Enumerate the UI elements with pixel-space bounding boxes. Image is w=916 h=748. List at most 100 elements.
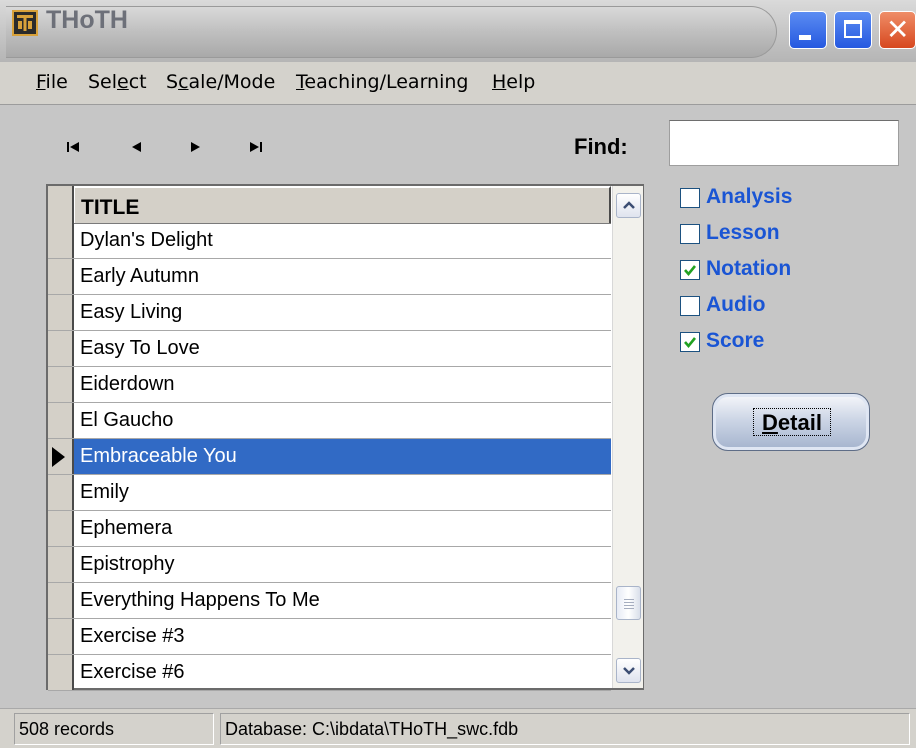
row-indicator[interactable] — [48, 511, 74, 546]
checkbox-label: Notation — [706, 257, 792, 280]
menu-select-label-a: Sel — [88, 71, 118, 93]
app-logo-icon[interactable] — [12, 10, 38, 36]
title-cell[interactable]: Dylan's Delight — [74, 223, 611, 258]
checkmark-icon — [684, 337, 697, 349]
title-cell[interactable]: Everything Happens To Me — [74, 583, 611, 618]
title-cell[interactable]: Emily — [74, 475, 611, 510]
row-indicator[interactable] — [48, 367, 74, 402]
table-row[interactable]: Dylan's Delight — [48, 223, 611, 259]
row-indicator[interactable] — [48, 475, 74, 510]
table-row[interactable]: El Gaucho — [48, 403, 611, 439]
title-cell[interactable]: Exercise #3 — [74, 619, 611, 654]
table-row[interactable]: Epistrophy — [48, 547, 611, 583]
title-cell[interactable]: Early Autumn — [74, 259, 611, 294]
prior-record-button[interactable] — [129, 140, 153, 160]
table-row[interactable]: Embraceable You — [48, 439, 611, 475]
table-row[interactable]: Everything Happens To Me — [48, 583, 611, 619]
detail-button[interactable]: Detail — [712, 393, 870, 451]
scroll-down-button[interactable] — [616, 658, 641, 683]
table-row[interactable]: Ephemera — [48, 511, 611, 547]
menu-help[interactable]: Help — [492, 71, 535, 93]
menu-scale-accel: c — [178, 71, 189, 93]
title-cell[interactable]: Eiderdown — [74, 367, 611, 402]
table-row[interactable]: Emily — [48, 475, 611, 511]
table-row[interactable]: Exercise #3 — [48, 619, 611, 655]
title-cell[interactable]: Easy To Love — [74, 331, 611, 366]
first-record-icon — [67, 142, 79, 152]
row-indicator[interactable] — [48, 259, 74, 294]
checkbox-box[interactable] — [680, 296, 700, 316]
checkbox-score[interactable]: Score — [680, 329, 830, 354]
next-record-button[interactable] — [188, 140, 212, 160]
last-record-button[interactable] — [248, 140, 272, 160]
row-indicator[interactable] — [48, 295, 74, 330]
status-bar: 508 records Database: C:\ibdata\THoTH_sw… — [0, 708, 916, 748]
table-row[interactable]: Early Autumn — [48, 259, 611, 295]
checkbox-box[interactable] — [680, 188, 700, 208]
chevron-up-icon — [623, 201, 635, 209]
last-record-icon — [250, 142, 262, 152]
checkbox-notation[interactable]: Notation — [680, 257, 830, 282]
checkbox-analysis[interactable]: Analysis — [680, 185, 830, 210]
checkbox-label: Audio — [706, 293, 766, 316]
minimize-button[interactable] — [789, 11, 827, 49]
row-indicator[interactable] — [48, 547, 74, 582]
title-bar[interactable]: THoTH ✕ — [0, 0, 916, 62]
detail-accel: D — [762, 410, 778, 435]
scroll-grip-line — [624, 599, 634, 600]
menu-file[interactable]: File — [36, 71, 68, 93]
title-cell[interactable]: Embraceable You — [74, 439, 611, 474]
titles-grid[interactable]: TITLE Dylan's Delight Early Autumn Easy Li… — [46, 184, 644, 691]
menu-scale-label-b: ale/Mode — [188, 71, 276, 93]
menu-scale-mode[interactable]: Scale/Mode — [166, 71, 275, 93]
row-indicator[interactable] — [48, 403, 74, 438]
table-row[interactable]: Exercise #6 — [48, 655, 611, 691]
table-row[interactable]: Easy To Love — [48, 331, 611, 367]
menu-teaching-label: eaching/Learning — [304, 71, 469, 93]
find-label: Find: — [574, 134, 628, 159]
thoth-window: THoTH ✕ File Select Scale/Mode Teaching/… — [0, 0, 916, 748]
maximize-button[interactable] — [834, 11, 872, 49]
vertical-scrollbar[interactable] — [612, 186, 643, 688]
table-row[interactable]: Eiderdown — [48, 367, 611, 403]
column-header-title[interactable]: TITLE — [74, 186, 611, 223]
checkbox-lesson[interactable]: Lesson — [680, 221, 830, 246]
checkbox-audio[interactable]: Audio — [680, 293, 830, 318]
checkbox-box[interactable] — [680, 332, 700, 352]
menu-help-label: elp — [506, 71, 536, 93]
header-indicator-cell — [48, 186, 74, 223]
find-input[interactable] — [669, 120, 899, 166]
checkbox-box[interactable] — [680, 224, 700, 244]
checkbox-label: Score — [706, 329, 765, 352]
detail-focus-rect: Detail — [753, 408, 831, 436]
menu-select[interactable]: Select — [88, 71, 147, 93]
menu-teaching-learning[interactable]: Teaching/Learning — [296, 71, 468, 93]
minimize-icon — [799, 35, 811, 40]
checkbox-label: Analysis — [706, 185, 793, 208]
detail-label: etail — [777, 410, 822, 435]
title-cell[interactable]: El Gaucho — [74, 403, 611, 438]
title-cell[interactable]: Easy Living — [74, 295, 611, 330]
close-button[interactable]: ✕ — [879, 11, 916, 49]
row-indicator[interactable] — [48, 619, 74, 654]
row-indicator[interactable] — [48, 223, 74, 258]
checkbox-box[interactable] — [680, 260, 700, 280]
current-row-arrow-icon — [52, 447, 65, 467]
row-indicator[interactable] — [48, 331, 74, 366]
scroll-thumb[interactable] — [616, 586, 641, 620]
scroll-up-button[interactable] — [616, 193, 641, 218]
row-indicator[interactable] — [48, 583, 74, 618]
menu-file-accel: F — [36, 71, 46, 93]
menu-select-label-b: ct — [128, 71, 147, 93]
title-cell[interactable]: Epistrophy — [74, 547, 611, 582]
status-database-path: Database: C:\ibdata\THoTH_swc.fdb — [220, 713, 910, 745]
window-title: THoTH — [46, 6, 128, 34]
prior-record-icon — [132, 142, 141, 152]
first-record-button[interactable] — [66, 140, 90, 160]
row-indicator[interactable] — [48, 655, 74, 690]
title-cell[interactable]: Exercise #6 — [74, 655, 611, 690]
row-indicator[interactable] — [48, 439, 74, 474]
table-row[interactable]: Easy Living — [48, 295, 611, 331]
next-record-icon — [191, 142, 200, 152]
title-cell[interactable]: Ephemera — [74, 511, 611, 546]
